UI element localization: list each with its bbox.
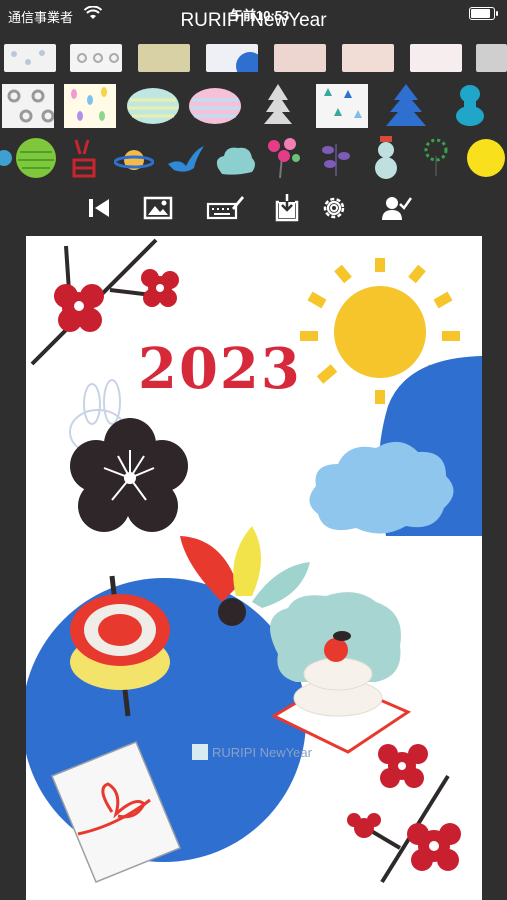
- year-text: 2023: [138, 336, 302, 402]
- stamp-bird[interactable]: [166, 140, 206, 180]
- save-icon: [275, 194, 299, 222]
- settings-icon: [323, 197, 345, 219]
- back-start-icon: [89, 199, 109, 217]
- battery-icon: [469, 7, 498, 20]
- decoration-stamp-row: [0, 82, 507, 130]
- stamp-cloud[interactable]: [212, 140, 258, 180]
- motif-stamp-row: [0, 134, 507, 182]
- user-check-icon: [382, 197, 412, 220]
- user-check-button[interactable]: [380, 192, 412, 224]
- image-button[interactable]: [142, 192, 174, 224]
- stamp-pattern-4[interactable]: [206, 44, 264, 80]
- plum-branch-bottom: [347, 744, 461, 884]
- pattern-stamp-row: [0, 42, 507, 80]
- stamp-pattern-5[interactable]: [274, 44, 326, 72]
- stamp-blue-tree[interactable]: [384, 82, 428, 128]
- stamp-berries[interactable]: [318, 136, 354, 180]
- back-start-button[interactable]: [83, 192, 115, 224]
- stamp-snowman[interactable]: [368, 136, 404, 180]
- toolbar: [0, 190, 507, 226]
- stamp-pattern-6[interactable]: [342, 44, 394, 72]
- stamp-saturn[interactable]: [114, 140, 154, 180]
- stamp-rainbow[interactable]: [188, 84, 242, 128]
- stamp-pattern-8[interactable]: [476, 44, 507, 72]
- watermark-text: RURIPI NewYear: [212, 745, 312, 760]
- stamp-flowers[interactable]: [264, 136, 304, 180]
- app-title: RURIPI NewYear: [180, 10, 327, 31]
- status-bar: 通信事業者 午前10:53 RURIPI NewYear: [0, 0, 507, 40]
- image-icon: [143, 196, 173, 220]
- card-canvas[interactable]: 2023 RURIPI NewYear: [26, 236, 482, 900]
- settings-button[interactable]: [318, 192, 350, 224]
- dark-plum-flower: [70, 418, 188, 532]
- stamp-calligraphy[interactable]: [68, 136, 100, 180]
- stamp-pine-tree[interactable]: [262, 82, 294, 128]
- stamp-stripes[interactable]: [126, 84, 180, 128]
- cloud: [309, 441, 454, 534]
- keyboard-text-button[interactable]: [206, 192, 246, 224]
- stamp-sun-yellow[interactable]: [466, 138, 507, 180]
- keyboard-icon: [206, 196, 244, 220]
- stamp-pattern-3[interactable]: [138, 44, 190, 72]
- stamp-kagami-ornament[interactable]: [450, 82, 490, 128]
- stamp-pattern-7[interactable]: [410, 44, 462, 72]
- stamp-tree-sprout[interactable]: [420, 136, 452, 180]
- stamp-green-ball[interactable]: [0, 138, 56, 182]
- save-button[interactable]: [271, 192, 303, 224]
- stamp-triangles[interactable]: [316, 84, 368, 128]
- stamp-pattern-1[interactable]: [4, 44, 56, 72]
- stamp-pattern-2[interactable]: [70, 44, 122, 72]
- watermark-logo: [192, 744, 208, 760]
- stamp-dots[interactable]: [2, 84, 54, 128]
- stamp-confetti[interactable]: [64, 84, 116, 128]
